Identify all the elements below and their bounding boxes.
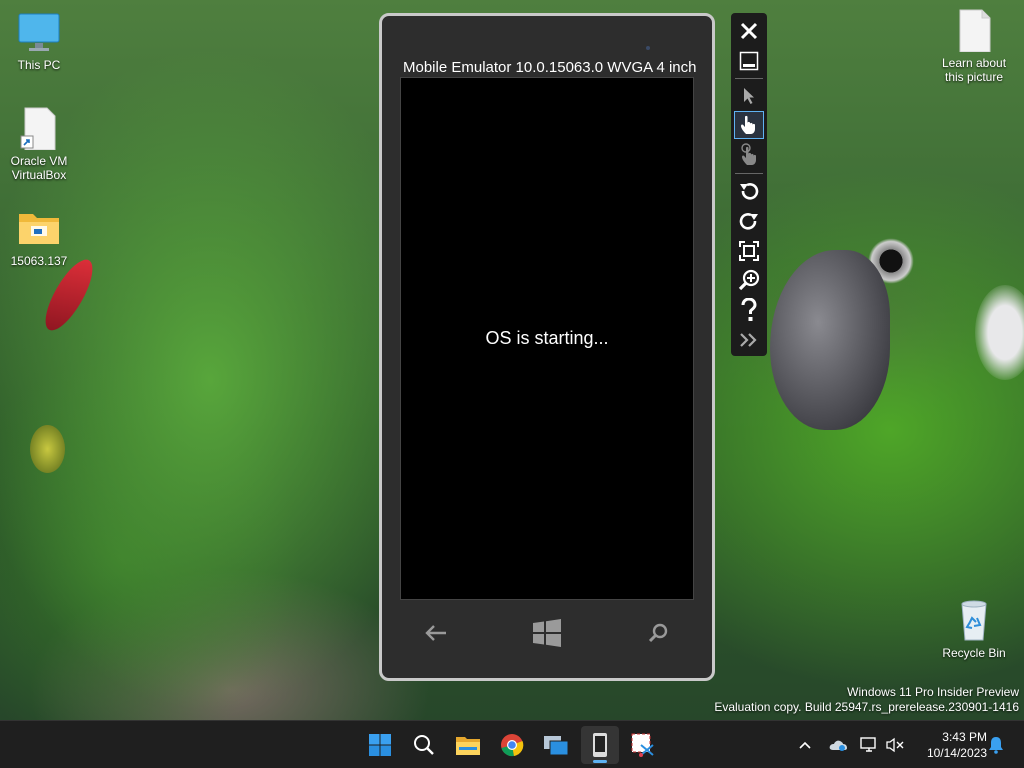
- zoom-icon[interactable]: [734, 266, 764, 294]
- onedrive-icon[interactable]: [828, 735, 848, 755]
- emulator-toolbar: [731, 13, 767, 356]
- taskbar: 3:43 PM 10/14/2023: [0, 720, 1024, 768]
- desktop-icon-label: Learn about this picture: [941, 56, 1007, 84]
- recycle-bin-icon: [952, 598, 996, 642]
- desktop-icon-virtualbox[interactable]: Oracle VM VirtualBox: [0, 106, 78, 182]
- parrot-cheek-decoration: [975, 285, 1024, 380]
- file-explorer-icon[interactable]: [449, 726, 487, 764]
- emulator-title: Mobile Emulator 10.0.15063.0 WVGA 4 inch: [403, 59, 697, 76]
- network-icon[interactable]: [859, 735, 879, 755]
- expand-tools-icon[interactable]: [734, 326, 764, 354]
- desktop-icon-recycle-bin[interactable]: Recycle Bin: [935, 598, 1013, 660]
- desktop-icon-folder-15063[interactable]: 15063.137: [0, 206, 78, 268]
- windows-start-icon[interactable]: [527, 616, 567, 650]
- fit-to-screen-icon[interactable]: [734, 237, 764, 265]
- multi-touch-icon[interactable]: [734, 141, 764, 169]
- single-touch-icon[interactable]: [734, 111, 764, 139]
- parrot-beak-decoration: [770, 250, 890, 430]
- desktop-icon-this-pc[interactable]: This PC: [0, 10, 78, 72]
- shortcut-file-icon: [17, 106, 61, 151]
- toolbar-separator: [735, 78, 763, 79]
- help-icon[interactable]: [734, 296, 764, 324]
- snipping-tool-icon[interactable]: [625, 726, 663, 764]
- os-status-text: OS is starting...: [485, 328, 609, 348]
- desktop-icon-label: Recycle Bin: [942, 646, 1006, 660]
- emulator-app-icon[interactable]: [581, 726, 619, 764]
- desktop-icon-label: This PC: [17, 58, 61, 72]
- search-icon[interactable]: [638, 616, 678, 650]
- windows-start-icon[interactable]: [361, 726, 399, 764]
- chrome-icon[interactable]: [493, 726, 531, 764]
- file-icon: [952, 8, 996, 53]
- emulator-nav-bar: [400, 611, 694, 656]
- pointer-icon[interactable]: [734, 82, 764, 110]
- parrot-yellow-feather-decoration: [30, 425, 65, 473]
- monitor-icon: [17, 10, 61, 54]
- task-view-icon[interactable]: [537, 726, 575, 764]
- emulator-window[interactable]: Mobile Emulator 10.0.15063.0 WVGA 4 inch…: [379, 13, 715, 681]
- notification-bell-icon[interactable]: [986, 735, 1006, 755]
- clock-date: 10/14/2023: [926, 746, 987, 760]
- desktop-icon-learn-about-picture[interactable]: Learn about this picture: [935, 8, 1013, 84]
- windows-watermark: Windows 11 Pro Insider Preview Evaluatio…: [714, 685, 1019, 715]
- watermark-build: Evaluation copy. Build 25947.rs_prerelea…: [714, 700, 1019, 714]
- folder-icon: [17, 206, 61, 250]
- desktop-icon-label: Oracle VM VirtualBox: [10, 154, 68, 182]
- system-clock[interactable]: 3:43 PM 10/14/2023: [907, 729, 987, 761]
- watermark-edition: Windows 11 Pro Insider Preview: [847, 685, 1019, 699]
- close-icon[interactable]: [734, 17, 764, 45]
- clock-time: 3:43 PM: [942, 730, 987, 744]
- desktop-icon-label: 15063.137: [10, 254, 68, 268]
- camera-dot-icon: [646, 46, 650, 50]
- minimize-icon[interactable]: [734, 47, 764, 75]
- active-app-indicator: [593, 760, 607, 763]
- chevron-up-icon[interactable]: [795, 735, 815, 755]
- toolbar-separator: [735, 173, 763, 174]
- volume-muted-icon[interactable]: [885, 735, 905, 755]
- search-icon[interactable]: [405, 726, 443, 764]
- emulator-screen[interactable]: OS is starting...: [400, 77, 694, 600]
- back-icon[interactable]: [416, 616, 456, 650]
- rotate-right-icon[interactable]: [734, 207, 764, 235]
- rotate-left-icon[interactable]: [734, 177, 764, 205]
